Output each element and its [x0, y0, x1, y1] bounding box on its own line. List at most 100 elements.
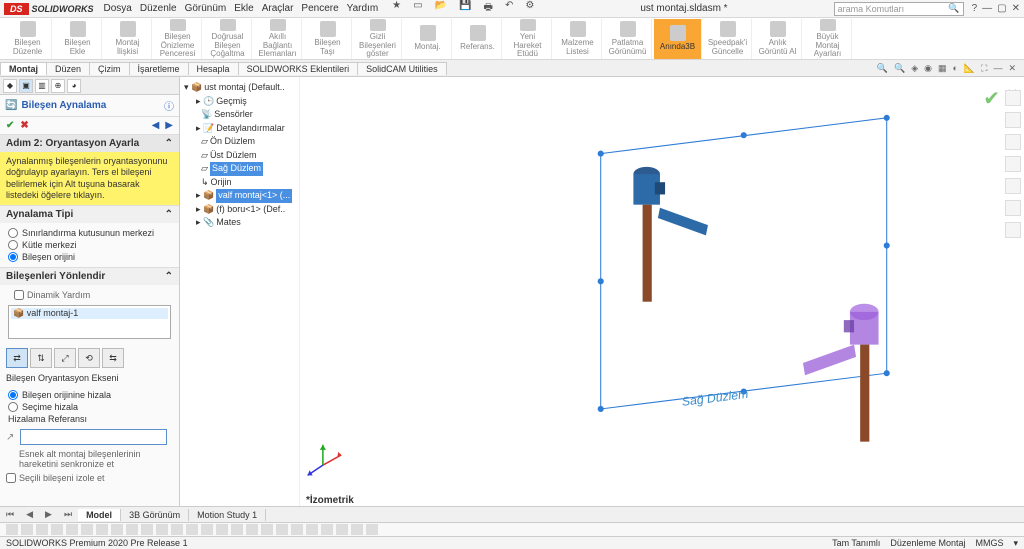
orient-btn-2[interactable]: ⇅	[30, 348, 52, 368]
help-icon[interactable]: ⓘ	[164, 98, 174, 113]
tree-annotations[interactable]: ▸ 📝 Detaylandırmalar	[196, 122, 295, 136]
ribbon-button[interactable]: Montaj.	[404, 19, 452, 59]
tool-icon[interactable]	[246, 524, 258, 535]
menu-help[interactable]: Yardım	[347, 3, 379, 14]
taskpane-forum-icon[interactable]	[1005, 222, 1021, 238]
tool-icon[interactable]	[231, 524, 243, 535]
tool-icon[interactable]	[66, 524, 78, 535]
taskpane-home-icon[interactable]	[1005, 90, 1021, 106]
tool-icon[interactable]	[366, 524, 378, 535]
cancel-button[interactable]: ✖	[20, 120, 28, 131]
tree-top-plane[interactable]: ▱ Üst Düzlem	[196, 149, 295, 163]
tab-isaretleme[interactable]: İşaretleme	[129, 62, 189, 75]
isolate-check[interactable]: Seçili bileşeni izole et	[0, 471, 179, 485]
ribbon-button[interactable]: AnlıkGörüntü Al	[754, 19, 802, 59]
status-units[interactable]: MMGS	[975, 538, 1003, 549]
ribbon-button[interactable]: Montajİlişkisi	[104, 19, 152, 59]
pm-tab-appearance[interactable]: ◕	[67, 79, 81, 93]
tool-icon[interactable]	[81, 524, 93, 535]
pm-tab-property[interactable]: ▣	[19, 79, 33, 93]
nav-next-icon[interactable]: ▶	[45, 509, 52, 520]
new-icon[interactable]: ▭	[413, 0, 422, 17]
view-tool-icon[interactable]: ◉	[924, 63, 932, 74]
tool-icon[interactable]	[291, 524, 303, 535]
component-list[interactable]: 📦 valf montaj-1	[8, 305, 171, 339]
tool-icon[interactable]	[336, 524, 348, 535]
tab-solidcam[interactable]: SolidCAM Utilities	[357, 62, 447, 75]
tree-origin[interactable]: ↳ Orijin	[196, 176, 295, 190]
ribbon-button[interactable]: MalzemeListesi	[554, 19, 602, 59]
view-tool-icon[interactable]: ▦	[938, 63, 947, 74]
tool-icon[interactable]	[126, 524, 138, 535]
radio-align-selection[interactable]: Seçime hizala	[8, 402, 171, 412]
ribbon-button[interactable]: BileşenDüzenle	[4, 19, 52, 59]
pm-tab-display[interactable]: ⊕	[51, 79, 65, 93]
expand-icon[interactable]: ⛶	[981, 63, 987, 74]
tool-icon[interactable]	[111, 524, 123, 535]
tree-valf[interactable]: ▸ 📦 valf montaj<1> (...	[196, 189, 295, 203]
sync-check[interactable]: Esnek alt montaj bileşenlerinin hareketi…	[0, 447, 179, 471]
nav-last-icon[interactable]: ⏭	[64, 509, 72, 520]
minimize-pane-icon[interactable]: —	[993, 63, 1002, 74]
ok-button[interactable]: ✔	[6, 120, 14, 131]
status-extra-icon[interactable]: ▾	[1013, 538, 1018, 549]
ribbon-button[interactable]: Patlatma Görünümü	[604, 19, 652, 59]
open-icon[interactable]: 📂	[435, 0, 447, 17]
reference-field[interactable]	[20, 429, 167, 445]
tab-addins[interactable]: SOLIDWORKS Eklentileri	[238, 62, 359, 75]
tab-3d-view[interactable]: 3B Görünüm	[121, 509, 189, 521]
tree-sensors[interactable]: 📡 Sensörler	[196, 108, 295, 122]
ribbon-button[interactable]: Speedpak'iGüncelle	[704, 19, 752, 59]
nav-first-icon[interactable]: ⏮	[6, 509, 14, 520]
tree-right-plane[interactable]: ▱ Sağ Düzlem	[196, 162, 295, 176]
ribbon-button[interactable]: Büyük MontajAyarları	[804, 19, 852, 59]
menu-insert[interactable]: Ekle	[234, 3, 253, 14]
nav-prev-icon[interactable]: ◀	[26, 509, 33, 520]
tab-cizim[interactable]: Çizim	[89, 62, 130, 75]
radio-mass-center[interactable]: Kütle merkezi	[8, 240, 171, 250]
help-icon[interactable]: ?	[972, 3, 978, 14]
star-icon[interactable]: ★	[392, 0, 401, 17]
menu-tools[interactable]: Araçlar	[262, 3, 294, 14]
ribbon-button[interactable]: Referans.	[454, 19, 502, 59]
ribbon-button[interactable]: Bileşen Taşı	[304, 19, 352, 59]
orient-btn-1[interactable]: ⇄	[6, 348, 28, 368]
view-tool-icon[interactable]: 🔍	[877, 63, 888, 74]
view-tool-icon[interactable]: ◐	[952, 63, 957, 74]
orient-btn-5[interactable]: ⇆	[102, 348, 124, 368]
tree-root[interactable]: ▾ 📦 ust montaj (Default..	[184, 81, 295, 95]
ribbon-button[interactable]: Anında3B	[654, 19, 702, 59]
ribbon-button[interactable]: Yeni HareketEtüdü	[504, 19, 552, 59]
maximize-icon[interactable]: ▢	[997, 3, 1006, 14]
graphics-viewport[interactable]: Sağ Düzlem *İzometrik	[300, 77, 1024, 506]
tool-icon[interactable]	[96, 524, 108, 535]
orient-btn-4[interactable]: ⟲	[78, 348, 100, 368]
tree-mates[interactable]: ▸ 📎 Mates	[196, 216, 295, 230]
tool-icon[interactable]	[261, 524, 273, 535]
tab-motion[interactable]: Motion Study 1	[189, 509, 266, 521]
list-item[interactable]: 📦 valf montaj-1	[11, 308, 168, 319]
pm-step-header[interactable]: Adım 2: Oryantasyon Ayarla⌃	[0, 135, 179, 152]
tool-icon[interactable]	[6, 524, 18, 535]
tree-history[interactable]: ▸ 🕒 Geçmiş	[196, 95, 295, 109]
ribbon-button[interactable]: Bileşen ÖnizlemePenceresi	[154, 19, 202, 59]
taskpane-resources-icon[interactable]	[1005, 112, 1021, 128]
ribbon-button[interactable]: Akıllı BağlantıElemanları	[254, 19, 302, 59]
view-tool-icon[interactable]: 🔍	[894, 63, 905, 74]
forward-arrow-icon[interactable]: ▶	[165, 120, 173, 131]
tool-icon[interactable]	[201, 524, 213, 535]
pm-tab-config[interactable]: ▥	[35, 79, 49, 93]
dynamic-help-check[interactable]: Dinamik Yardım	[8, 288, 171, 302]
tool-icon[interactable]	[156, 524, 168, 535]
section-orient[interactable]: Bileşenleri Yönlendir⌃	[0, 267, 179, 285]
ribbon-button[interactable]: Bileşen Ekle	[54, 19, 102, 59]
tree-boru[interactable]: ▸ 📦 (f) boru<1> (Def..	[196, 203, 295, 217]
print-icon[interactable]: 🖶	[483, 0, 492, 17]
save-icon[interactable]: 💾	[459, 0, 471, 17]
radio-align-origin[interactable]: Bileşen orijinine hizala	[8, 390, 171, 400]
view-tool-icon[interactable]: 📐	[964, 63, 975, 74]
tool-icon[interactable]	[321, 524, 333, 535]
tool-icon[interactable]	[351, 524, 363, 535]
tab-duzen[interactable]: Düzen	[46, 62, 90, 75]
close-icon[interactable]: ✕	[1012, 3, 1020, 14]
